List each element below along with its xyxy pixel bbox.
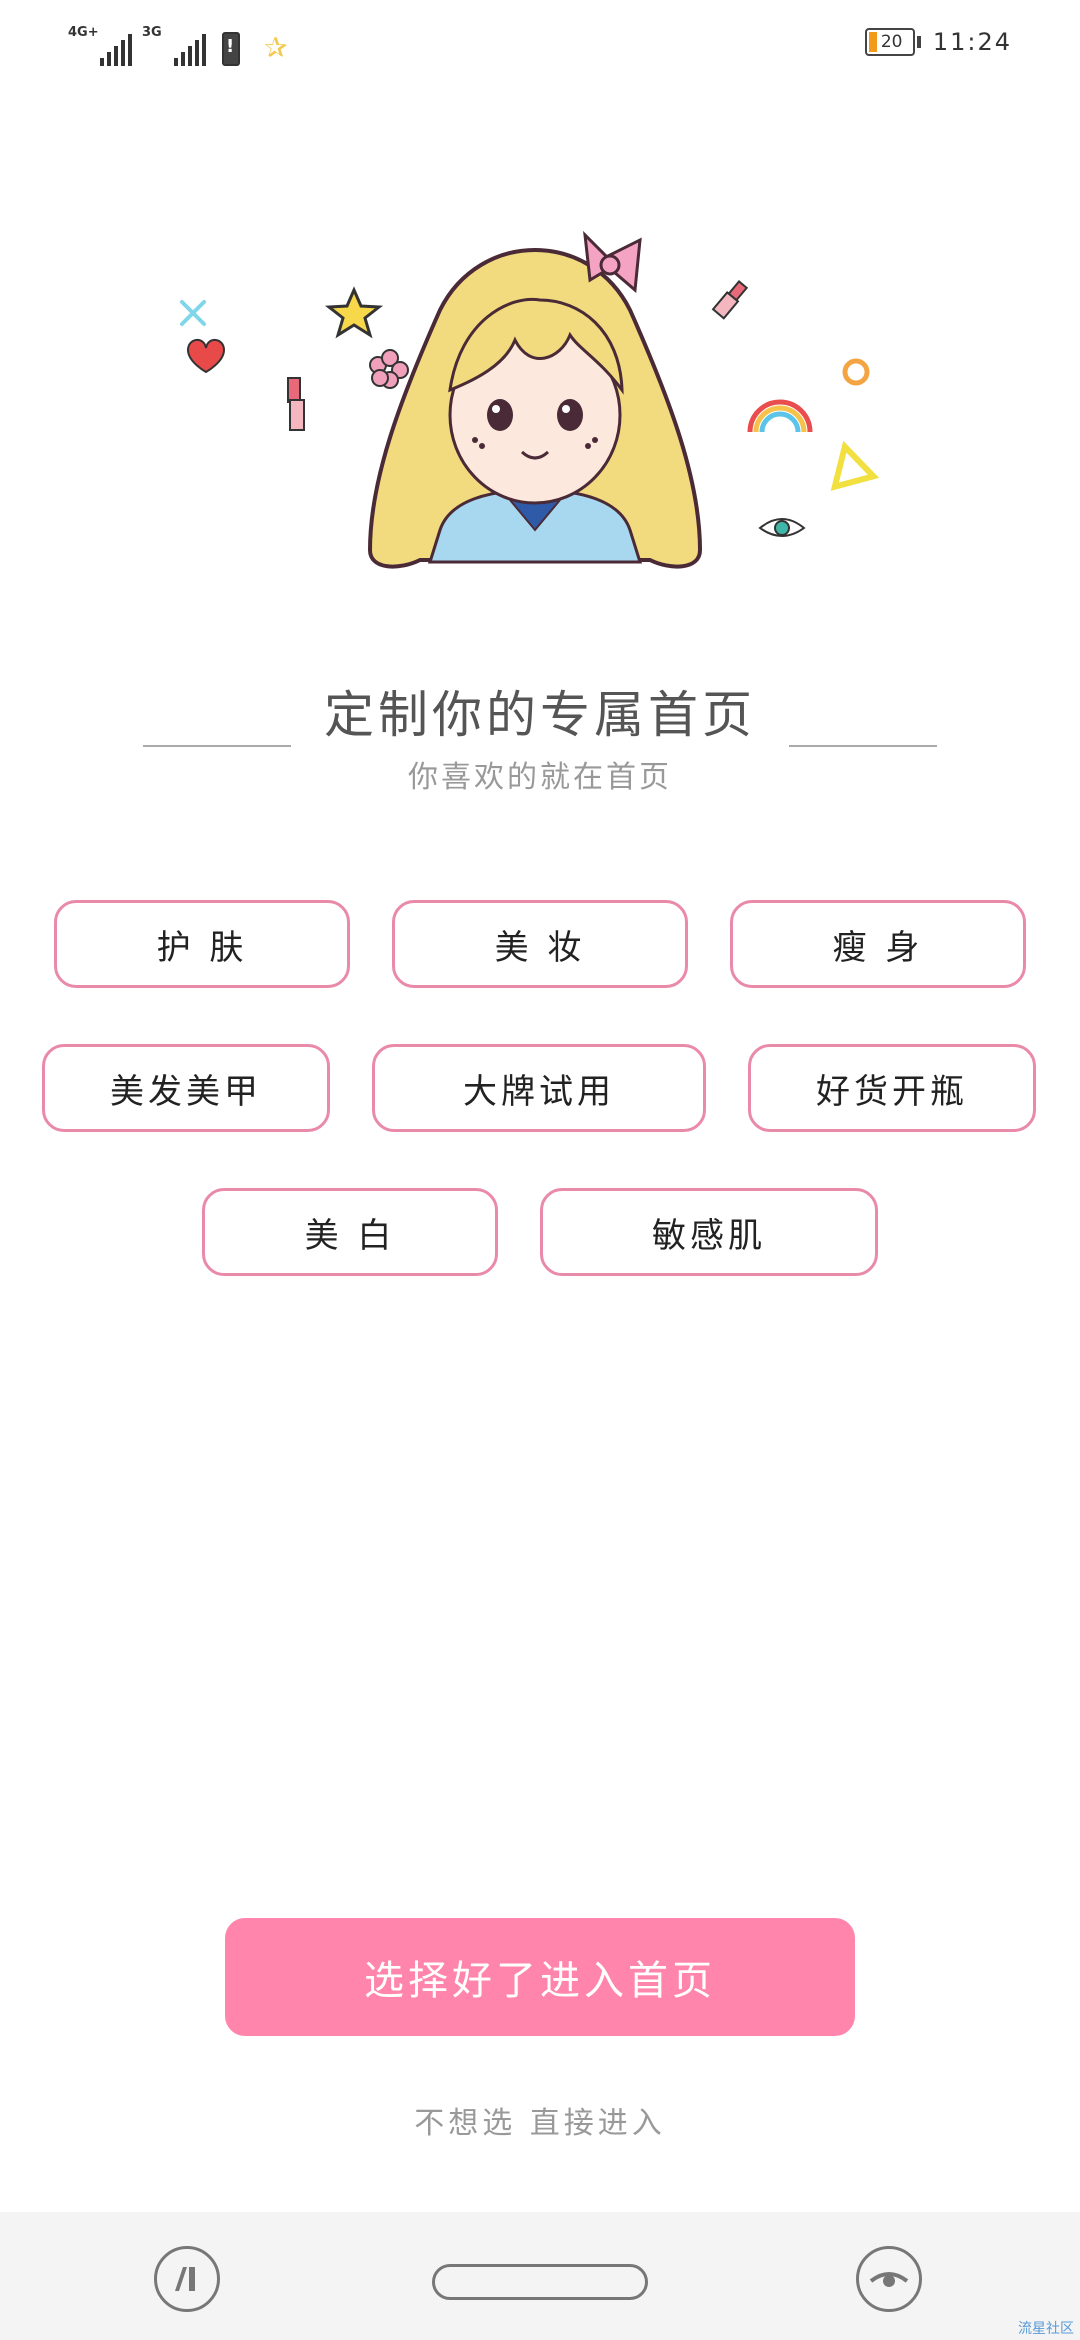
flower-icon — [369, 349, 409, 389]
eye-icon — [758, 518, 806, 537]
nav-home-pill[interactable] — [432, 2264, 648, 2300]
tag-unboxing[interactable]: 好货开瓶 — [748, 1044, 1036, 1132]
nav-recent-icon[interactable] — [154, 2246, 220, 2312]
battery-alert-icon — [222, 32, 240, 66]
star-icon: ✰ — [264, 31, 288, 64]
battery-icon: 20 — [864, 28, 915, 56]
status-bar: 4G+ 3G ✰ 20 11:24 — [0, 0, 1080, 90]
battery-level: 20 — [880, 32, 903, 52]
girl-character — [367, 230, 703, 569]
tag-slimming[interactable]: 瘦 身 — [730, 900, 1026, 988]
signal-bars — [174, 34, 206, 66]
enter-home-button[interactable]: 选择好了进入首页 — [225, 1918, 855, 2036]
star-decoration-icon — [324, 286, 384, 339]
ring-icon — [842, 358, 870, 386]
girl-illustration — [180, 230, 880, 569]
page-subtitle: 你喜欢的就在首页 — [408, 760, 672, 795]
tag-skincare[interactable]: 护 肤 — [54, 900, 350, 988]
network-type-label: 4G+ — [68, 25, 99, 40]
signal-icon-3g: 3G — [142, 26, 206, 66]
status-right: 20 11:24 — [864, 28, 1012, 56]
watermark: 流星社区 — [1018, 2321, 1074, 2337]
page-title: 定制你的专属首页 — [324, 686, 756, 744]
nav-eye-icon[interactable] — [856, 2246, 922, 2312]
nav-recent-glyph — [175, 2267, 195, 2291]
lipstick-icon — [287, 377, 305, 431]
system-nav-bar: 流星社区 — [0, 2212, 1080, 2340]
skip-link[interactable]: 不想选 直接进入 — [0, 2098, 1080, 2142]
network-type-label: 3G — [142, 25, 162, 40]
tag-sensitive-skin[interactable]: 敏感肌 — [540, 1188, 878, 1276]
nav-eye-glyph — [869, 2272, 909, 2287]
signal-bars — [100, 34, 132, 66]
tag-whitening[interactable]: 美 白 — [202, 1188, 498, 1276]
clock: 11:24 — [932, 28, 1012, 56]
signal-icon-4g: 4G+ — [68, 26, 132, 66]
lipstick-icon — [711, 280, 749, 320]
tag-hair-nails[interactable]: 美发美甲 — [42, 1044, 330, 1132]
triangle-icon — [830, 440, 880, 491]
status-left: 4G+ 3G ✰ — [68, 22, 287, 66]
heart-icon — [186, 339, 226, 374]
sparkle-icon — [180, 300, 206, 326]
rainbow-icon — [747, 399, 813, 433]
tag-brand-trial[interactable]: 大牌试用 — [372, 1044, 706, 1132]
tag-makeup[interactable]: 美 妆 — [392, 900, 688, 988]
heading-section: 定制你的专属首页 你喜欢的就在首页 — [0, 680, 1080, 810]
battery-nub — [916, 36, 921, 48]
